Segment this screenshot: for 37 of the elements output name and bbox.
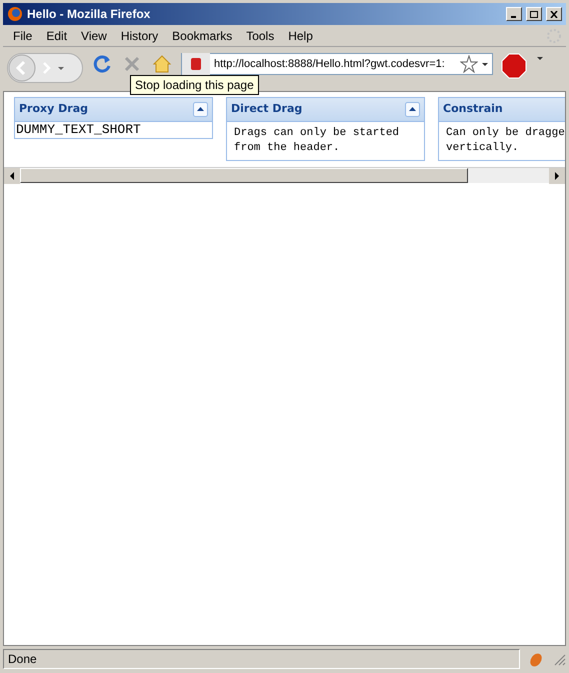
minimize-button[interactable] — [506, 7, 522, 21]
panel-header[interactable]: Direct Drag — [227, 98, 424, 122]
menu-item[interactable]: History — [114, 26, 164, 44]
menu-item[interactable]: Help — [282, 26, 319, 44]
address-field[interactable]: http://localhost:8888/Hello.html?gwt.codesvr=1: — [181, 53, 493, 75]
menu-item[interactable]: Tools — [240, 26, 280, 44]
scroll-thumb[interactable] — [20, 168, 468, 183]
url-text: http://localhost:8888/Hello.html?gwt.codesvr=1: — [213, 56, 446, 72]
menu-item[interactable]: File — [7, 26, 38, 44]
close-button[interactable] — [546, 7, 562, 21]
menu-item[interactable]: View — [75, 26, 113, 44]
window-title: Hello - Mozilla Firefox — [27, 6, 152, 23]
panel-text: DUMMY_TEXT_SHORT — [15, 122, 142, 138]
site-icon — [182, 53, 210, 75]
close-icon — [550, 10, 558, 18]
menu-item[interactable]: Bookmarks — [166, 26, 238, 44]
reload-icon[interactable] — [91, 53, 113, 75]
panel-header[interactable]: Proxy Drag — [15, 98, 212, 122]
panel-text: Drags can only be started from the header. — [233, 126, 400, 156]
scroll-left-icon[interactable] — [4, 168, 20, 184]
panel-title: Proxy Drag — [19, 101, 89, 118]
maximize-icon — [530, 10, 538, 18]
status-text: Done — [3, 649, 520, 669]
horizontal-scrollbar[interactable] — [4, 167, 565, 183]
panel-title: Constrain — [443, 101, 504, 118]
resize-grip-icon — [552, 652, 566, 666]
collapse-icon[interactable] — [405, 102, 420, 117]
panel-header[interactable]: Constrain — [439, 98, 565, 122]
browser-logo-icon — [7, 6, 23, 22]
menu-item[interactable]: Edit — [40, 26, 74, 44]
panel-title: Direct Drag — [231, 101, 304, 118]
tooltip: Stop loading this page — [130, 75, 259, 95]
maximize-button[interactable] — [526, 7, 542, 21]
panel-text: Can only be dragge vertically. — [445, 126, 565, 156]
scroll-right-icon[interactable] — [549, 168, 565, 184]
star-icon[interactable] — [460, 55, 478, 73]
collapse-icon[interactable] — [193, 102, 208, 117]
